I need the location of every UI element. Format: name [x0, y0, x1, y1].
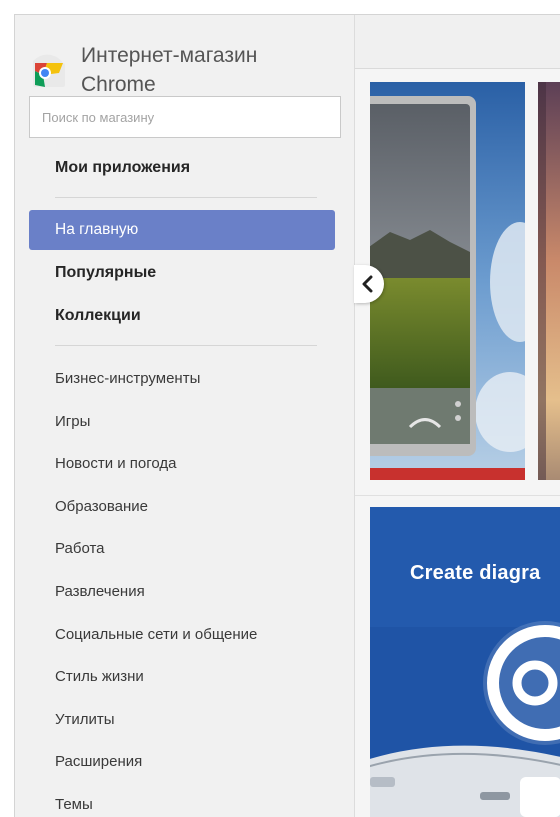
- store-title-line2: Chrome: [81, 73, 156, 96]
- category-entertainment[interactable]: Развлечения: [29, 574, 335, 610]
- featured-tile-landscape[interactable]: [370, 82, 525, 480]
- nav-collections[interactable]: Коллекции: [29, 296, 335, 336]
- promo-illustration: [370, 507, 560, 817]
- sidebar-divider: [55, 345, 317, 346]
- sidebar: Интернет-магазин Chrome Мои приложения Н…: [15, 15, 355, 817]
- chrome-web-store-window: Интернет-магазин Chrome Мои приложения Н…: [14, 14, 560, 817]
- chrome-web-store-icon: [33, 54, 65, 87]
- category-games[interactable]: Игры: [29, 404, 335, 440]
- top-bar: [355, 15, 560, 69]
- category-business-tools[interactable]: Бизнес-инструменты: [29, 361, 335, 397]
- search-input[interactable]: [29, 96, 341, 138]
- store-title-line1: Интернет-магазин: [81, 44, 258, 67]
- nav-popular[interactable]: Популярные: [29, 253, 335, 293]
- promo-headline: Create diagra: [410, 562, 541, 584]
- category-work[interactable]: Работа: [29, 531, 335, 567]
- tile-accent-bar: [370, 468, 525, 480]
- row-separator: [355, 495, 560, 496]
- category-extensions[interactable]: Расширения: [29, 744, 335, 780]
- store-title: Интернет-магазин Chrome: [81, 41, 341, 99]
- main-content: Create diagra: [355, 15, 560, 817]
- store-brand[interactable]: Интернет-магазин Chrome: [29, 29, 349, 96]
- category-social[interactable]: Социальные сети и общение: [29, 617, 335, 653]
- chevron-left-icon: [362, 275, 373, 293]
- promo-tile-diagrams[interactable]: Create diagra: [370, 507, 560, 817]
- nav-home[interactable]: На главную: [29, 210, 335, 250]
- featured-tile-2[interactable]: [538, 82, 560, 480]
- category-themes[interactable]: Темы: [29, 787, 335, 817]
- nav-my-apps[interactable]: Мои приложения: [29, 148, 335, 188]
- landscape-image: [370, 82, 525, 480]
- category-news-weather[interactable]: Новости и погода: [29, 446, 335, 482]
- category-lifestyle[interactable]: Стиль жизни: [29, 659, 335, 695]
- sidebar-divider: [55, 197, 317, 198]
- category-utilities[interactable]: Утилиты: [29, 702, 335, 738]
- category-education[interactable]: Образование: [29, 489, 335, 525]
- tile-2-image: [538, 82, 560, 480]
